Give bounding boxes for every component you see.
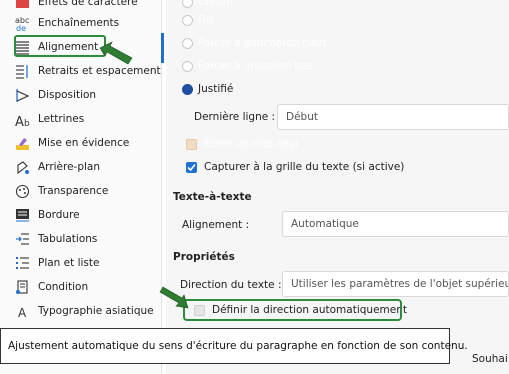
category-sidebar: Effets de caractère abc de Enchaînements … xyxy=(0,0,162,374)
sidebar-item-drop-caps[interactable]: Ab Lettrines xyxy=(14,108,160,130)
radio-force-right-bottom[interactable]: Forcer à droite/en bas xyxy=(182,56,313,76)
checkbox-label: Capturer à la grille du texte (si active… xyxy=(204,161,405,173)
snap-to-grid-checkbox[interactable]: Capturer à la grille du texte (si active… xyxy=(186,160,404,174)
radio-icon xyxy=(182,83,193,95)
character-effects-icon xyxy=(14,0,31,11)
indents-spacing-icon xyxy=(14,63,31,80)
expand-single-word-checkbox[interactable]: Étirer un mot seul xyxy=(186,137,298,151)
position-icon xyxy=(14,87,31,104)
radio-label: Fin xyxy=(198,14,213,26)
sidebar-item-label: Enchaînements xyxy=(38,17,120,29)
radio-label: Forcer à droite/en bas xyxy=(198,60,314,72)
radio-icon xyxy=(182,37,193,49)
sidebar-item-label: Transparence xyxy=(38,185,109,197)
radio-icon xyxy=(182,60,193,72)
text-flow-icon: abc de xyxy=(14,15,31,32)
svg-text:de: de xyxy=(16,24,26,31)
pointer-arrow-icon xyxy=(99,41,133,65)
tooltip: Ajustement automatique du sens d'écritur… xyxy=(0,328,468,364)
sidebar-item-label: Tabulations xyxy=(38,233,98,245)
checkbox-label: Étirer un mot seul xyxy=(204,138,299,150)
radio-force-left-top[interactable]: Forcer à gauche/en haut xyxy=(182,33,326,53)
sidebar-scroll-indicator[interactable] xyxy=(161,33,164,63)
radio-label: Justifié xyxy=(198,83,234,95)
sidebar-item-background[interactable]: Arrière-plan xyxy=(14,156,160,178)
truncated-text: Souhai xyxy=(472,353,508,365)
text-direction-label: Direction du texte : xyxy=(180,279,282,291)
svg-text:A: A xyxy=(15,115,24,127)
condition-icon xyxy=(14,279,31,296)
properties-title: Propriétés xyxy=(173,251,235,263)
text-to-text-alignment-label: Alignement : xyxy=(182,219,250,231)
sidebar-item-label: Mise en évidence xyxy=(38,137,130,149)
sidebar-item-indents-spacing[interactable]: Retraits et espacement xyxy=(14,60,161,82)
text-direction-select[interactable]: Utiliser les paramètres de l'objet supér… xyxy=(282,271,509,297)
transparency-icon xyxy=(14,183,31,200)
alignment-highlight-box xyxy=(14,35,106,57)
sidebar-item-text-flow[interactable]: abc de Enchaînements xyxy=(14,12,160,34)
svg-text:b: b xyxy=(24,119,30,127)
radio-icon xyxy=(182,0,193,8)
radio-end[interactable]: Fin xyxy=(182,10,213,30)
auto-direction-highlight-box xyxy=(183,299,402,321)
highlighting-icon xyxy=(14,135,31,152)
radio-icon xyxy=(182,14,193,26)
sidebar-item-position[interactable]: Disposition xyxy=(14,84,160,106)
sidebar-item-label: Effets de caractère xyxy=(38,0,138,8)
pointer-arrow-icon xyxy=(159,286,189,309)
asian-typography-icon: A xyxy=(14,303,31,320)
sidebar-item-transparency[interactable]: Transparence xyxy=(14,180,160,202)
sidebar-item-label: Bordure xyxy=(38,209,80,221)
radio-justified[interactable]: Justifié xyxy=(182,79,233,99)
checkbox-icon xyxy=(186,138,197,150)
tabs-icon xyxy=(14,231,31,248)
last-line-label: Dernière ligne : xyxy=(194,111,276,123)
last-line-select[interactable]: Début xyxy=(277,104,509,130)
checkmark-icon xyxy=(187,163,196,171)
sidebar-item-outline-list[interactable]: Plan et liste xyxy=(14,252,160,274)
sidebar-item-label: Lettrines xyxy=(38,113,85,125)
sidebar-item-tabs[interactable]: Tabulations xyxy=(14,228,160,250)
sidebar-item-condition[interactable]: Condition xyxy=(14,276,160,298)
sidebar-item-label: Typographie asiatique xyxy=(38,305,154,317)
radio-label: Forcer à gauche/en haut xyxy=(198,37,327,49)
text-to-text-alignment-select[interactable]: Automatique xyxy=(282,211,509,237)
sidebar-item-asian-typography[interactable]: A Typographie asiatique xyxy=(14,300,160,322)
background-icon xyxy=(14,159,31,176)
drop-caps-icon: Ab xyxy=(14,111,31,128)
checkbox-icon xyxy=(186,161,197,173)
text-to-text-title: Texte-à-texte xyxy=(173,191,252,203)
sidebar-item-label: Disposition xyxy=(38,89,97,101)
outline-list-icon xyxy=(14,255,31,272)
border-icon xyxy=(14,207,31,224)
sidebar-item-label: Condition xyxy=(38,281,89,293)
sidebar-item-label: Plan et liste xyxy=(38,257,100,269)
svg-text:A: A xyxy=(18,306,27,319)
radio-label: Centré xyxy=(198,0,234,8)
sidebar-item-label: Arrière-plan xyxy=(38,161,101,173)
sidebar-item-highlighting[interactable]: Mise en évidence xyxy=(14,132,160,154)
sidebar-item-border[interactable]: Bordure xyxy=(14,204,160,226)
